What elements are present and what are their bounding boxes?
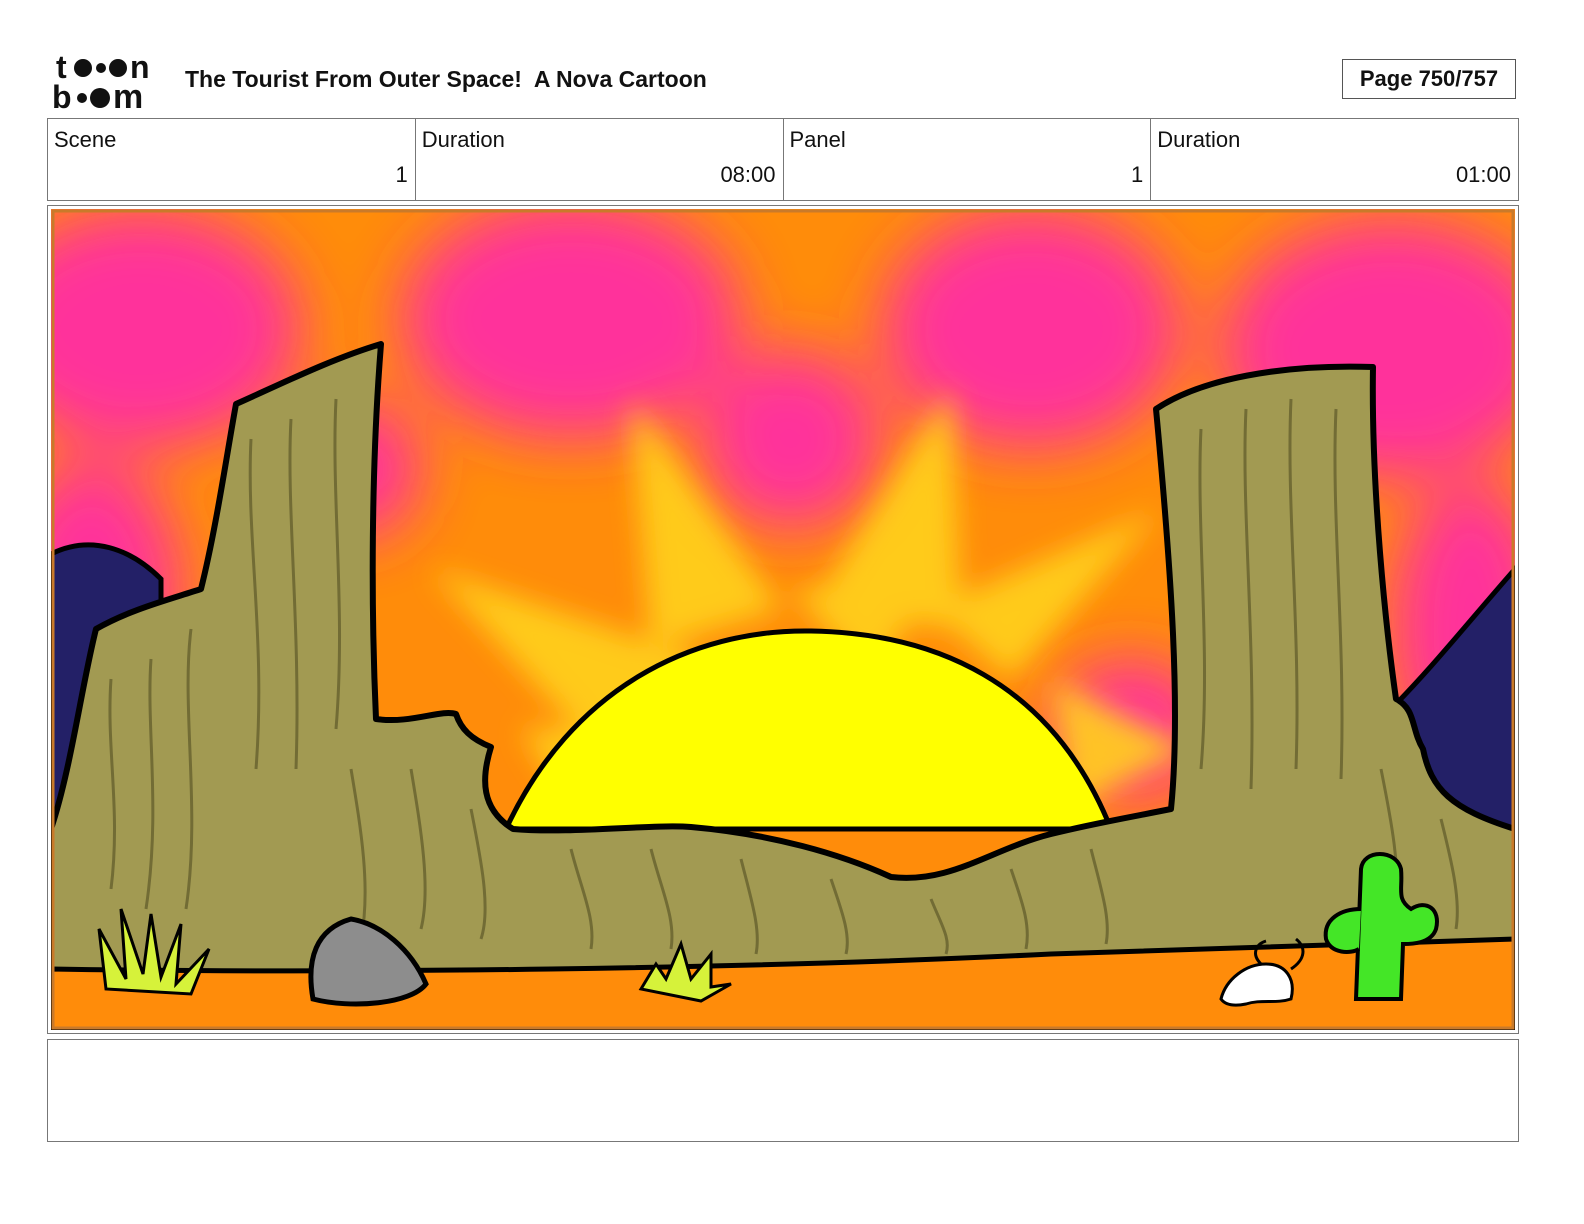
panel-duration-label: Duration <box>1157 127 1241 152</box>
scene-label: Scene <box>54 127 117 152</box>
panel-duration-cell: Duration 01:00 <box>1151 119 1518 200</box>
svg-text:b: b <box>52 79 72 114</box>
page-number: Page 750/757 <box>1342 59 1516 99</box>
toon-boom-logo: t n b m <box>52 50 150 114</box>
panel-cell: Panel 1 <box>784 119 1152 200</box>
scene-info-table: Scene 1 Duration 08:00 Panel 1 Duration … <box>47 118 1519 201</box>
panel-value: 1 <box>1131 162 1144 187</box>
panel-label: Panel <box>789 127 846 152</box>
panel-notes <box>47 1039 1519 1142</box>
svg-text:m: m <box>113 78 143 114</box>
scene-cell: Scene 1 <box>48 119 416 200</box>
storyboard-title: The Tourist From Outer Space! A Nova Car… <box>185 66 707 92</box>
storyboard-panel <box>47 205 1519 1034</box>
panel-duration-value: 01:00 <box>1455 162 1511 187</box>
scene-duration-label: Duration <box>421 127 505 152</box>
scene-duration-value: 08:00 <box>720 162 776 187</box>
scene-duration-cell: Duration 08:00 <box>416 119 784 200</box>
desert-sunset-illustration <box>51 209 1515 1030</box>
scene-value: 1 <box>395 162 408 187</box>
